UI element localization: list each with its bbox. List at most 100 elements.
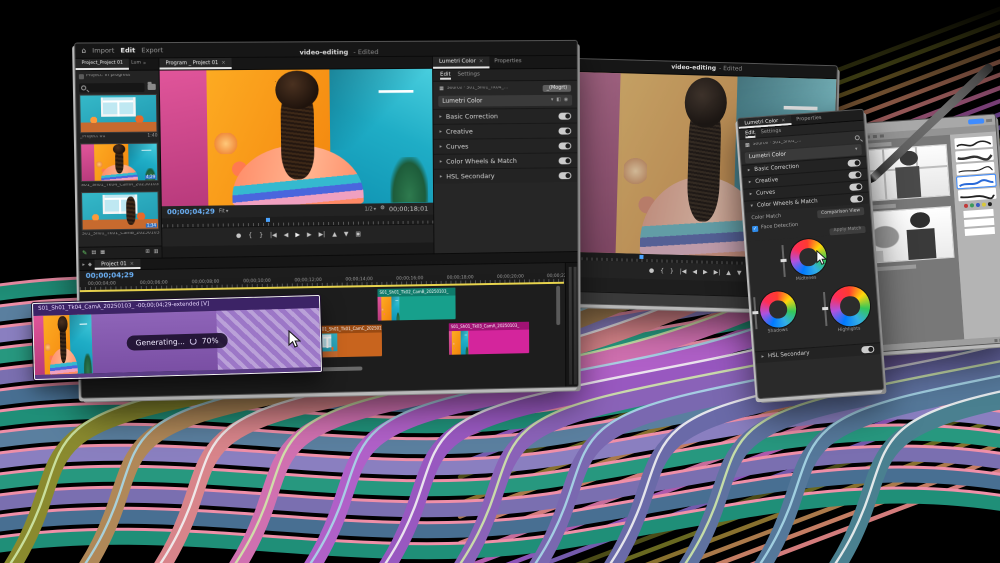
close-icon[interactable]: × [130,262,134,267]
edit-pencil-icon[interactable]: ✎ [82,250,87,256]
section-toggle[interactable] [861,346,874,354]
razor-tool-icon[interactable]: ◆ [88,262,92,267]
new-bin-icon[interactable] [148,84,156,90]
face-detection-checkbox[interactable]: ✓ [752,225,758,231]
go-to-in-icon[interactable]: |◀ [680,268,687,274]
tab-lumetri-color[interactable]: Lumetri Color × [433,56,489,68]
home-icon[interactable]: ⌂ [81,47,86,54]
go-to-out-icon[interactable]: ▶| [714,269,721,275]
project-item[interactable]: 4;29 S01_Sh01_Tk04_CamA_20250103_ [80,143,158,190]
mark-in-icon[interactable]: { [660,268,664,274]
brush-stroke-icon[interactable] [955,149,994,163]
section-toggle[interactable] [559,127,572,134]
step-forward-icon[interactable]: ▶ [307,232,312,238]
timeline-clip-generating[interactable]: S01_Sh01_Tk04_CamA_20250103_ -00;00;04;2… [32,295,322,380]
section-toggle[interactable] [850,195,863,203]
tab-properties[interactable]: Properties [489,59,526,65]
playback-resolution-dropdown[interactable]: 1/2 ▾ [365,207,377,212]
menu-export[interactable]: Export [141,47,163,54]
color-swatch[interactable] [970,203,974,207]
mark-out-icon[interactable]: } [259,233,263,239]
zoom-level-dropdown[interactable]: Fit ▾ [219,209,229,214]
close-icon[interactable]: × [221,61,225,66]
subtab-edit[interactable]: Edit [440,72,451,78]
vertical-scrollbar[interactable] [556,286,560,325]
color-swatch[interactable] [988,202,992,206]
section-curves[interactable]: ▸ Curves [434,137,578,153]
extract-icon[interactable]: ▼ [344,232,349,238]
section-toggle[interactable] [558,112,571,119]
subtab-edit[interactable]: Edit [745,131,755,137]
project-item[interactable]: _Project 01 1:40 [79,94,157,141]
section-basic-correction[interactable]: ▸ Basic Correction [433,108,577,124]
brush-stroke-icon[interactable] [958,188,997,202]
section-toggle[interactable] [559,157,572,164]
subtab-settings[interactable]: Settings [761,129,782,135]
comparison-view-button[interactable]: Comparison View [817,207,864,218]
tab-project[interactable]: Project_Project 01 [75,59,129,71]
play-icon[interactable]: ▶ [703,269,708,275]
playhead-marker[interactable] [639,255,643,259]
menu-import[interactable]: Import [92,47,114,54]
go-to-in-icon[interactable]: |◀ [270,233,277,239]
timeline-clip-orange[interactable]: S01_Sh01_Tk01_CamC_20250103_ [317,325,382,358]
project-item[interactable]: 1;34 S01_Sh01_Tk01_CamB_20250103_ [81,191,159,239]
midtones-slider[interactable] [781,245,785,277]
play-icon[interactable]: ▶ [295,232,300,238]
color-swatch[interactable] [964,204,968,208]
new-item-icon[interactable]: ⊞ [145,250,149,255]
add-marker-icon[interactable]: ● [236,233,241,239]
panel-overflow-icon[interactable]: » [143,62,146,67]
tool-icon[interactable] [866,135,870,138]
timeline-clip-magenta[interactable]: S01_Sh01_Tk03_CamA_20250103_ [449,322,529,355]
track-select-tool-icon[interactable]: ▸ [82,262,85,267]
color-swatch[interactable] [982,202,986,206]
list-view-icon[interactable]: ▤ [91,251,96,256]
brush-stroke-icon[interactable] [954,136,993,150]
layer-item[interactable] [963,209,993,218]
delete-icon[interactable]: ▥ [154,250,159,255]
section-toggle[interactable] [559,172,572,179]
tab-program-monitor[interactable]: Program _ Project 01 × [159,58,231,70]
extract-icon[interactable]: ▼ [737,270,742,276]
brush-stroke-icon-selected[interactable] [957,175,996,189]
close-icon[interactable]: × [781,118,786,123]
layer-item[interactable] [964,218,994,227]
shadows-slider[interactable] [753,297,757,329]
highlights-slider[interactable] [823,292,827,326]
settings-wrench-icon[interactable]: ⚙ [380,207,385,213]
status-icon[interactable] [994,338,997,341]
mogrt-button[interactable]: _(Mogrt) [543,84,571,91]
subtab-settings[interactable]: Settings [458,72,480,78]
lift-icon[interactable]: ▲ [726,270,731,276]
section-toggle[interactable] [848,171,861,179]
timeline-clip-teal[interactable]: S01_Sh01_Tk02_CamB_20250103_ [377,288,455,321]
thumbnail-view-icon[interactable]: ▦ [100,250,105,255]
color-swatch[interactable] [976,203,980,207]
add-marker-icon[interactable]: ● [649,268,654,274]
layer-item[interactable] [965,227,995,236]
tool-icon[interactable] [873,135,877,138]
tab-lumetri-scopes[interactable]: Lum [129,62,143,67]
go-to-out-icon[interactable]: ▶| [319,232,326,238]
export-frame-icon[interactable]: ▣ [355,232,361,238]
search-input[interactable] [79,82,145,92]
tab-timeline[interactable]: Project 01 × [95,259,140,270]
mark-out-icon[interactable]: } [670,268,674,274]
lift-icon[interactable]: ▲ [332,232,337,238]
brush-stroke-icon[interactable] [956,162,995,176]
section-creative[interactable]: ▸ Creative [434,123,578,139]
preset-dropdown[interactable]: Lumetri Color ▾ ◧ ◉ [438,95,572,107]
tool-icon[interactable] [880,134,884,137]
highlights-wheel[interactable] [829,285,872,328]
section-hsl-secondary[interactable]: ▸ HSL Secondary [434,167,577,184]
window-controls-icon[interactable] [986,118,992,121]
compare-icon[interactable]: ◧ [556,98,561,103]
section-toggle[interactable] [559,142,572,149]
share-button[interactable] [968,118,984,124]
mark-in-icon[interactable]: { [248,233,252,239]
playhead-marker[interactable] [266,218,270,222]
section-color-wheels[interactable]: ▸ Color Wheels & Match [434,152,577,169]
step-back-icon[interactable]: ◀ [692,269,697,275]
menu-edit[interactable]: Edit [120,47,135,54]
